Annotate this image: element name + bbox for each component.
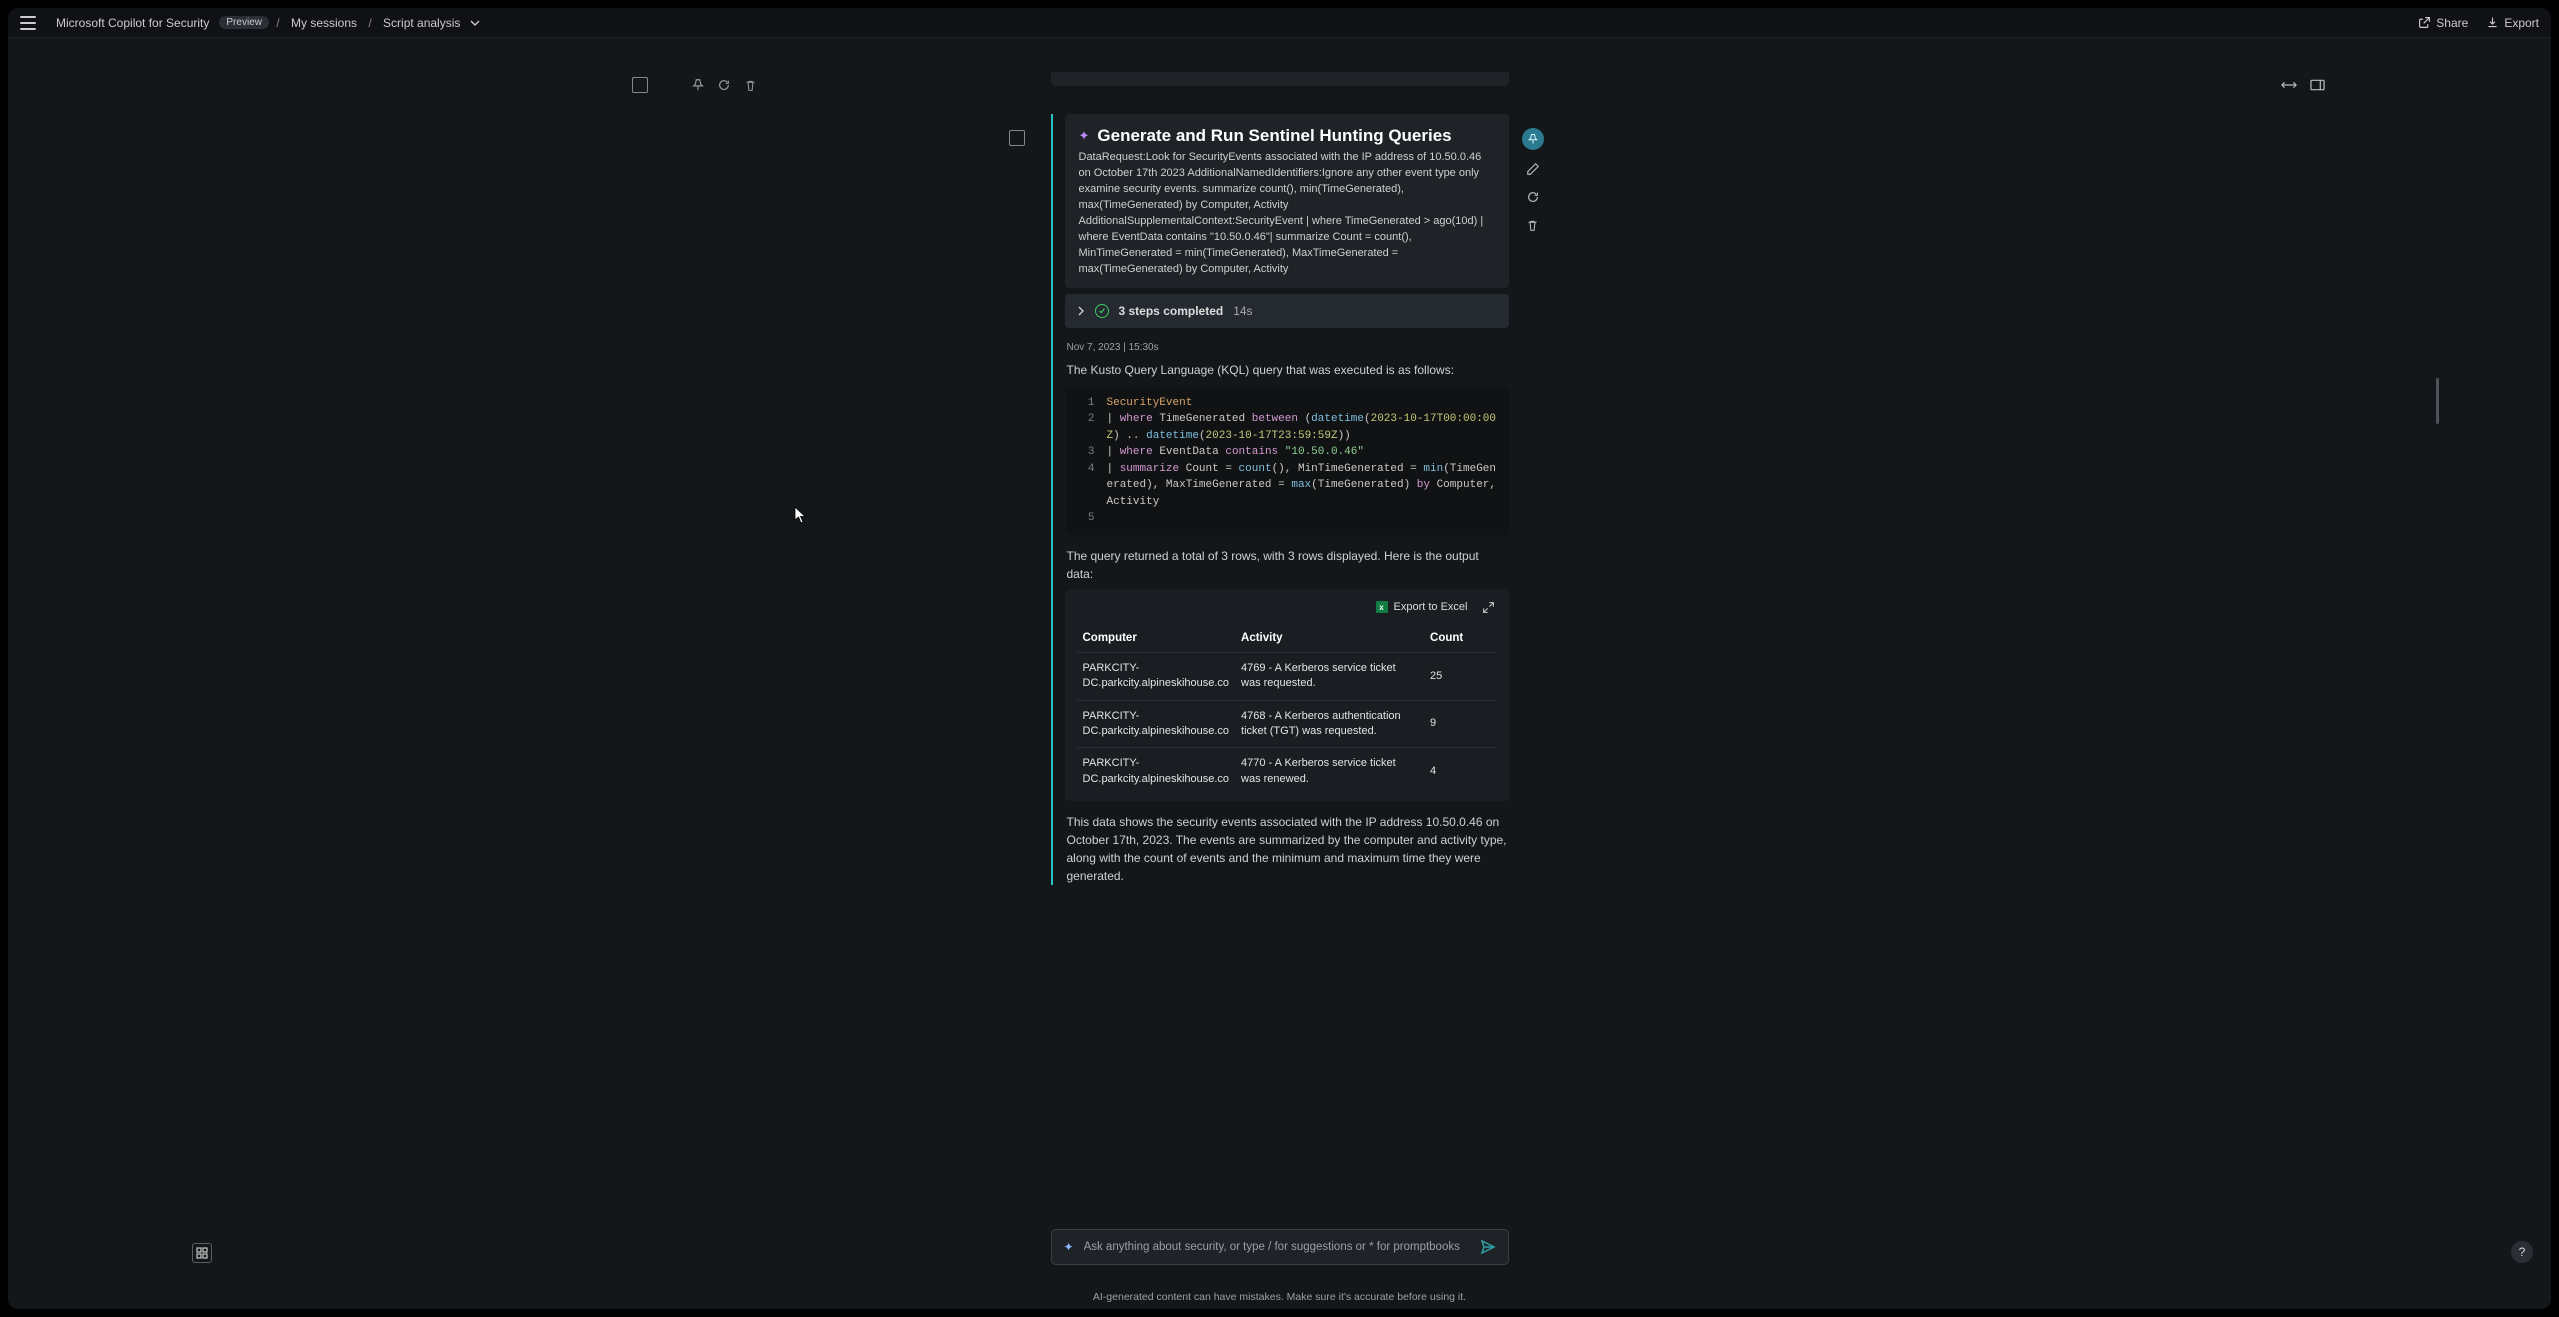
export-excel-button[interactable]: x Export to Excel <box>1376 601 1468 613</box>
response-card: ✦ Generate and Run Sentinel Hunting Quer… <box>1051 114 1509 885</box>
steps-row[interactable]: 3 steps completed 14s <box>1065 294 1509 328</box>
table-row: PARKCITY-DC.parkcity.alpineskihouse.co 4… <box>1077 652 1497 700</box>
cell-computer: PARKCITY-DC.parkcity.alpineskihouse.co <box>1077 700 1236 748</box>
cell-activity: 4768 - A Kerberos authentication ticket … <box>1235 700 1424 748</box>
sparkle-icon: ✦ <box>1079 128 1090 144</box>
card-checkbox[interactable] <box>1009 130 1025 146</box>
delete-card-icon[interactable] <box>1524 216 1542 234</box>
cell-count: 25 <box>1424 652 1496 700</box>
result-intro: The query returned a total of 3 rows, wi… <box>1065 547 1509 583</box>
product-name: Microsoft Copilot for Security <box>56 16 209 30</box>
card-description: DataRequest:Look for SecurityEvents asso… <box>1079 150 1495 278</box>
preview-badge: Preview <box>219 16 269 29</box>
help-button[interactable]: ? <box>2511 1241 2533 1263</box>
card-header: ✦ Generate and Run Sentinel Hunting Quer… <box>1065 114 1509 288</box>
col-computer: Computer <box>1077 624 1236 653</box>
results-table: Computer Activity Count PARKCITY-DC.park… <box>1077 624 1497 795</box>
code-block: 1SecurityEvent 2| where TimeGenerated be… <box>1065 387 1509 535</box>
export-excel-label: Export to Excel <box>1394 601 1468 613</box>
table-row: PARKCITY-DC.parkcity.alpineskihouse.co 4… <box>1077 748 1497 795</box>
excel-icon: x <box>1376 601 1388 613</box>
col-count: Count <box>1424 624 1496 653</box>
previous-card-edge <box>1051 72 1509 86</box>
disclaimer-text: AI-generated content can have mistakes. … <box>116 1291 2443 1303</box>
cell-count: 9 <box>1424 700 1496 748</box>
breadcrumb-sep: / <box>273 16 283 30</box>
cell-activity: 4770 - A Kerberos service ticket was ren… <box>1235 748 1424 795</box>
breadcrumb-current[interactable]: Script analysis <box>383 16 460 30</box>
pin-button[interactable] <box>1522 128 1544 150</box>
cell-computer: PARKCITY-DC.parkcity.alpineskihouse.co <box>1077 652 1236 700</box>
scrollbar-thumb[interactable] <box>2436 378 2439 424</box>
top-bar: Microsoft Copilot for Security Preview /… <box>8 8 2551 38</box>
chevron-down-icon[interactable] <box>470 18 480 28</box>
cell-count: 4 <box>1424 748 1496 795</box>
summary-text: This data shows the security events asso… <box>1065 813 1509 885</box>
content-area: ✦ Generate and Run Sentinel Hunting Quer… <box>116 38 2443 1309</box>
breadcrumb-sep: / <box>365 16 375 30</box>
kql-intro: The Kusto Query Language (KQL) query tha… <box>1065 361 1509 379</box>
prompt-bar: ✦ <box>1051 1229 1509 1265</box>
results-table-card: x Export to Excel Computer A <box>1065 589 1509 801</box>
breadcrumb-sessions[interactable]: My sessions <box>291 16 357 30</box>
expand-icon[interactable] <box>1482 601 1495 614</box>
sparkle-icon: ✦ <box>1064 1240 1074 1254</box>
menu-icon[interactable] <box>20 16 38 30</box>
steps-label: 3 steps completed <box>1119 304 1224 318</box>
col-activity: Activity <box>1235 624 1424 653</box>
export-label: Export <box>2504 16 2539 30</box>
response-timestamp: Nov 7, 2023 | 15:30s <box>1065 342 1509 353</box>
export-button[interactable]: Export <box>2486 16 2539 30</box>
cell-computer: PARKCITY-DC.parkcity.alpineskihouse.co <box>1077 748 1236 795</box>
apps-button[interactable] <box>192 1243 212 1263</box>
share-label: Share <box>2436 16 2468 30</box>
steps-time: 14s <box>1233 304 1252 318</box>
check-circle-icon <box>1095 304 1109 318</box>
chevron-right-icon <box>1077 306 1085 316</box>
share-button[interactable]: Share <box>2418 16 2468 30</box>
send-icon[interactable] <box>1480 1239 1496 1255</box>
edit-icon[interactable] <box>1524 160 1542 178</box>
regenerate-icon[interactable] <box>1524 188 1542 206</box>
card-title: Generate and Run Sentinel Hunting Querie… <box>1097 126 1451 146</box>
cell-activity: 4769 - A Kerberos service ticket was req… <box>1235 652 1424 700</box>
prompt-input[interactable] <box>1084 1241 1470 1253</box>
table-row: PARKCITY-DC.parkcity.alpineskihouse.co 4… <box>1077 700 1497 748</box>
